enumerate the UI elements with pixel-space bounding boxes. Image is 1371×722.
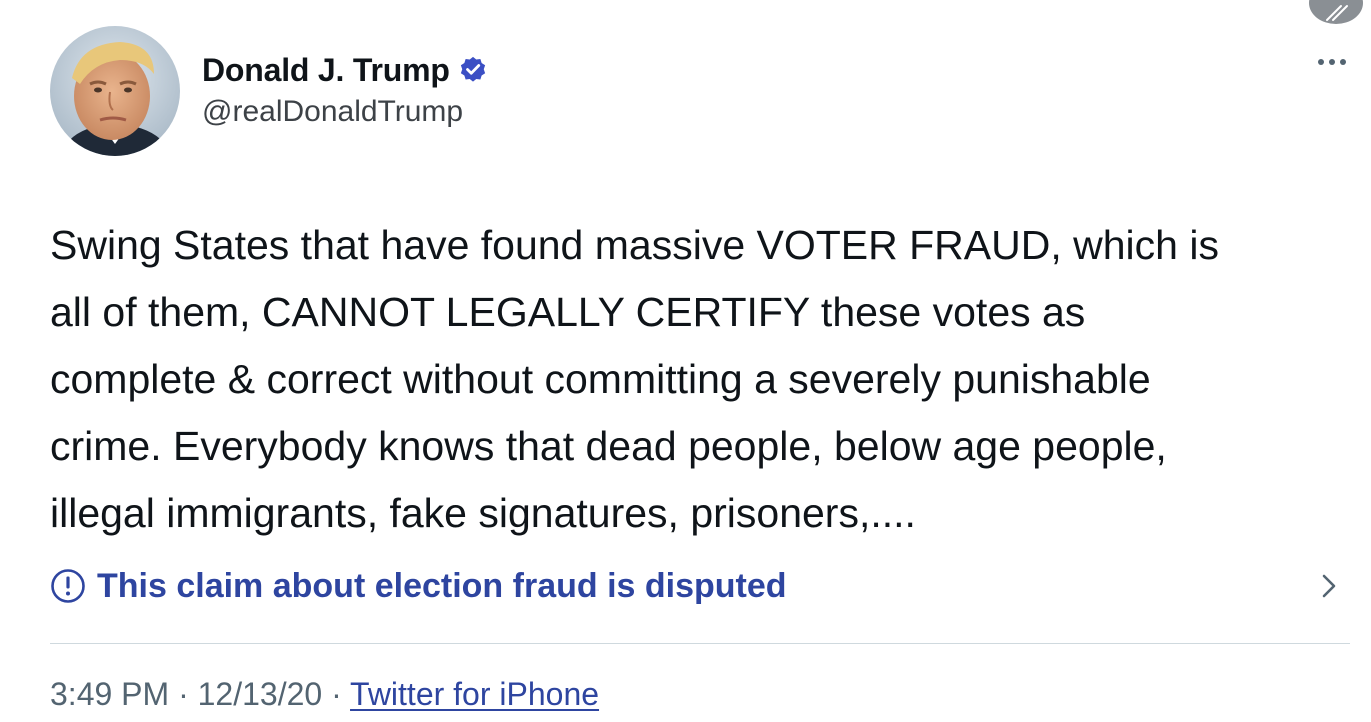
tweet-text: Swing States that have found massive VOT… bbox=[50, 212, 1340, 547]
tweet-time[interactable]: 3:49 PM bbox=[50, 676, 169, 712]
info-circle-icon bbox=[51, 569, 85, 603]
profile-photo bbox=[50, 26, 180, 156]
chevron-right-icon[interactable] bbox=[1318, 572, 1340, 600]
tweet-line: complete & correct without committing a … bbox=[50, 356, 1151, 402]
meta-separator: · bbox=[169, 676, 198, 712]
author-display-name[interactable]: Donald J. Trump bbox=[202, 52, 450, 89]
expand-button[interactable] bbox=[1309, 0, 1363, 24]
dot bbox=[1340, 59, 1346, 65]
more-dots-icon[interactable] bbox=[1318, 56, 1346, 68]
tweet-source-link[interactable]: Twitter for iPhone bbox=[350, 676, 599, 712]
author-handle[interactable]: @realDonaldTrump bbox=[202, 95, 463, 129]
dot bbox=[1318, 59, 1324, 65]
divider bbox=[50, 643, 1350, 644]
author-name-row[interactable]: Donald J. Trump bbox=[202, 50, 488, 90]
tweet-meta: 3:49 PM · 12/13/20 · Twitter for iPhone bbox=[50, 676, 599, 713]
tweet-date[interactable]: 12/13/20 bbox=[198, 676, 323, 712]
tweet-line: Swing States that have found massive VOT… bbox=[50, 222, 1219, 268]
expand-arrows-icon bbox=[1326, 5, 1348, 21]
meta-separator: · bbox=[322, 676, 351, 712]
dot bbox=[1329, 59, 1335, 65]
verified-badge-icon bbox=[460, 56, 485, 82]
tweet-line: illegal immigrants, fake signatures, pri… bbox=[50, 490, 916, 536]
avatar[interactable] bbox=[50, 26, 180, 156]
disputed-claim-text[interactable]: This claim about election fraud is dispu… bbox=[97, 567, 787, 606]
tweet-line: all of them, CANNOT LEGALLY CERTIFY thes… bbox=[50, 289, 1086, 335]
tweet-line: crime. Everybody knows that dead people,… bbox=[50, 423, 1167, 469]
disputed-claim-notice[interactable]: This claim about election fraud is dispu… bbox=[50, 562, 1350, 610]
